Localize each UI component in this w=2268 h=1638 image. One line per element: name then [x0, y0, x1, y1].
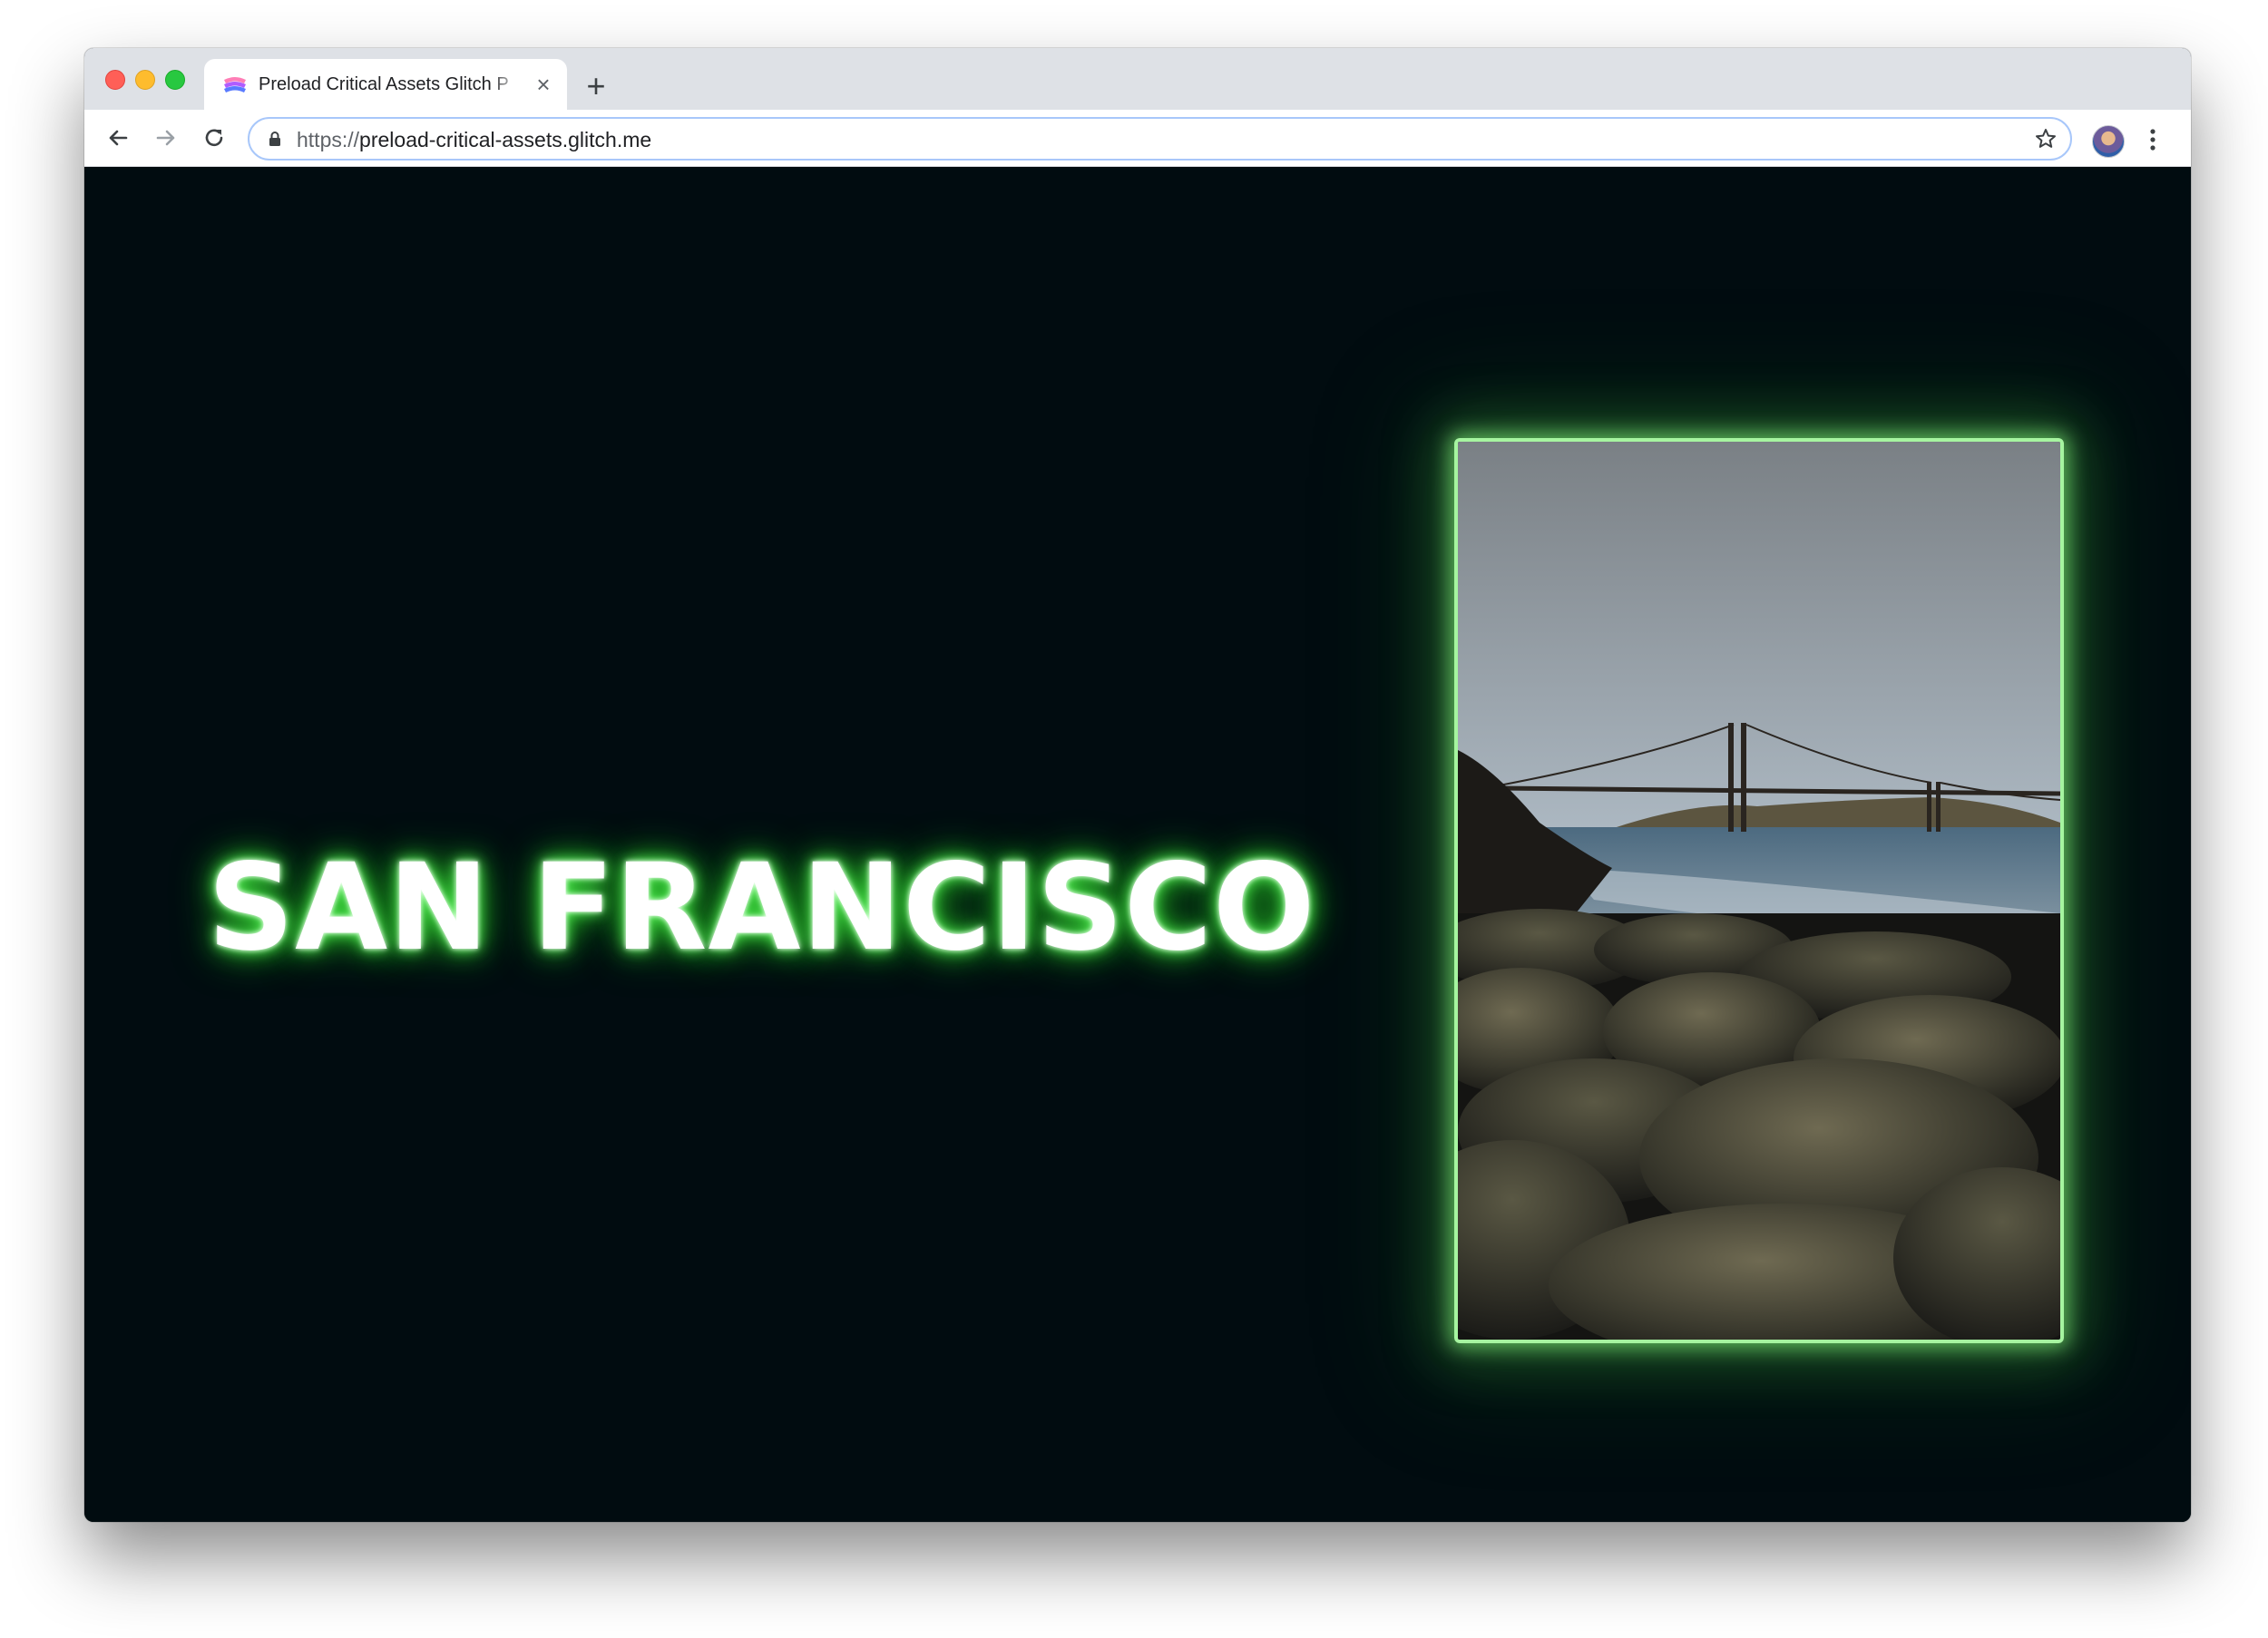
url-text[interactable]: https://preload-critical-assets.glitch.m… [297, 128, 651, 152]
address-bar[interactable]: https://preload-critical-assets.glitch.m… [248, 117, 2072, 161]
page-title: SAN FRANCISCO [208, 838, 1316, 978]
toolbar: https://preload-critical-assets.glitch.m… [84, 110, 2191, 167]
close-icon[interactable]: × [531, 72, 556, 97]
avatar[interactable] [2092, 125, 2125, 158]
url-host: preload-critical-assets.glitch.me [359, 128, 652, 151]
lock-icon[interactable] [266, 130, 284, 148]
plus-icon[interactable]: + [580, 70, 612, 102]
photo-illustration [1458, 442, 2060, 1340]
url-scheme: https:// [297, 128, 360, 151]
forward-arrow-icon[interactable] [149, 121, 183, 155]
tab-strip: Preload Critical Assets Glitch P × + [84, 48, 2191, 110]
reload-icon[interactable] [197, 121, 231, 155]
back-arrow-icon[interactable] [101, 121, 135, 155]
tab-active[interactable]: Preload Critical Assets Glitch P × [204, 59, 567, 110]
tab-title: Preload Critical Assets Glitch P [259, 74, 509, 94]
browser-window: Preload Critical Assets Glitch P × + htt… [84, 48, 2191, 1522]
glitch-favicon-icon [222, 74, 248, 96]
close-window-button[interactable] [105, 70, 125, 90]
kebab-menu-icon[interactable] [2144, 124, 2162, 155]
maximize-window-button[interactable] [165, 70, 185, 90]
minimize-window-button[interactable] [135, 70, 155, 90]
golden-gate-bridge-photo [1454, 438, 2064, 1343]
page-content: SAN FRANCISCO [84, 167, 2191, 1522]
star-icon[interactable] [2034, 127, 2058, 151]
